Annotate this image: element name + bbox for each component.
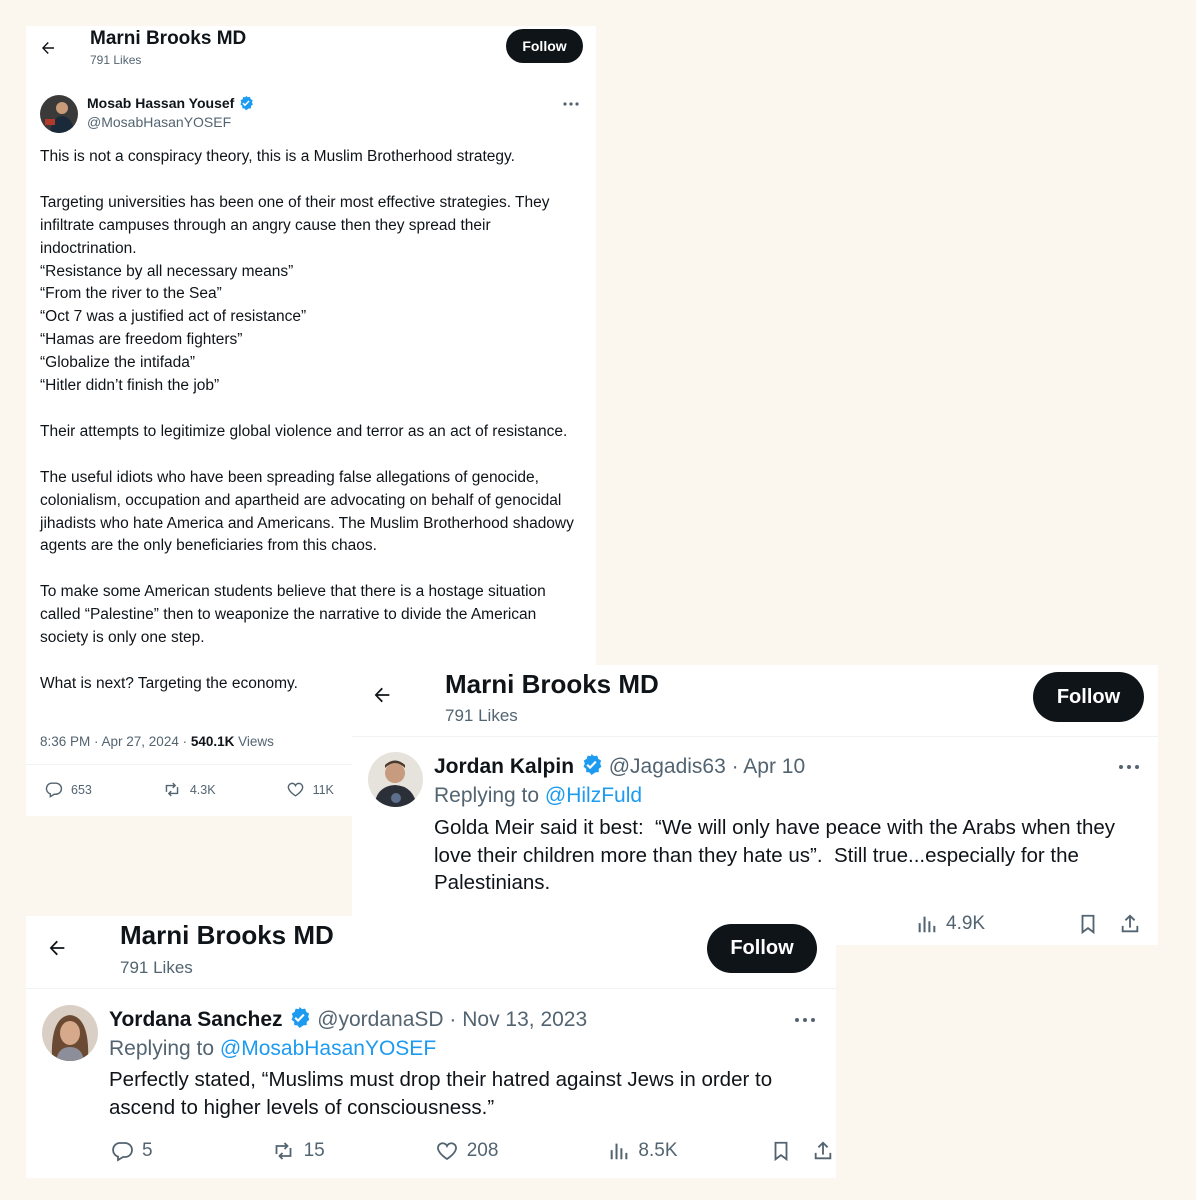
divider — [26, 988, 836, 989]
views-chart-icon — [611, 1143, 628, 1160]
follow-button[interactable]: Follow — [707, 924, 817, 973]
repost-button[interactable]: 4.3K — [162, 780, 216, 799]
verified-badge-icon — [238, 95, 254, 114]
share-icon — [814, 1141, 831, 1160]
tweet-card-yordana: Marni Brooks MD 791 Likes Follow Yordana… — [26, 916, 836, 1178]
reply-button[interactable]: 5 — [110, 1139, 153, 1163]
like-count: 208 — [466, 1140, 499, 1161]
replying-to-handle[interactable]: @HilzFuld — [545, 784, 642, 807]
reply-icon — [112, 1142, 133, 1162]
profile-likes-count: 791 Likes — [120, 958, 193, 977]
replying-to-label: Replying to — [434, 784, 545, 807]
verified-badge-icon — [580, 753, 603, 782]
timestamp-text[interactable]: 8:36 PM · Apr 27, 2024 · — [40, 734, 191, 749]
tweet-text: Perfectly stated, “Muslims must drop the… — [109, 1068, 778, 1119]
repost-icon — [165, 782, 179, 797]
like-count: 11K — [312, 782, 334, 797]
author-handle[interactable]: @Jagadis63 — [609, 755, 726, 778]
views-button[interactable]: 8.5K — [608, 1140, 678, 1162]
replying-to-label: Replying to — [109, 1037, 220, 1060]
back-arrow-icon[interactable] — [43, 934, 71, 962]
share-button[interactable] — [1119, 913, 1141, 935]
avatar[interactable] — [368, 752, 423, 807]
avatar[interactable] — [42, 1005, 98, 1061]
reply-count: 5 — [142, 1140, 153, 1161]
display-name[interactable]: Mosab Hassan Yousef — [87, 95, 234, 111]
bookmark-button[interactable] — [1077, 913, 1099, 935]
author-line: Jordan Kalpin @Jagadis63 · Apr 10 — [434, 753, 805, 782]
profile-name: Marni Brooks MD — [120, 920, 334, 950]
tweet-card-jordan: Marni Brooks MD 791 Likes Follow Jordan … — [352, 665, 1158, 945]
bookmark-icon — [1081, 914, 1095, 935]
reply-button[interactable]: 653 — [44, 780, 92, 799]
follow-button[interactable]: Follow — [1033, 672, 1144, 722]
repost-icon — [275, 1142, 291, 1160]
tweet-date[interactable]: · Apr 10 — [726, 755, 806, 778]
author-handle[interactable]: @MosabHasanYOSEF — [87, 114, 231, 130]
more-options-icon[interactable] — [556, 94, 586, 114]
bookmark-icon — [774, 1141, 787, 1162]
views-button[interactable]: 4.9K — [916, 913, 985, 935]
reply-count: 653 — [71, 782, 92, 797]
views-count: 540.1K — [190, 734, 235, 749]
tweet-date[interactable]: · Nov 13, 2023 — [444, 1008, 587, 1031]
tweet-timestamp: 8:36 PM · Apr 27, 2024 · 540.1K Views — [40, 734, 274, 749]
share-icon — [1121, 914, 1139, 933]
action-bar: 653 4.3K 11K — [44, 780, 334, 799]
share-button[interactable] — [812, 1140, 834, 1162]
display-name[interactable]: Yordana Sanchez — [109, 1008, 283, 1031]
like-button[interactable]: 208 — [435, 1139, 499, 1163]
views-count: 8.5K — [638, 1140, 678, 1161]
avatar[interactable] — [40, 95, 78, 133]
verified-badge-icon — [288, 1006, 311, 1035]
divider — [352, 736, 1158, 737]
more-options-icon[interactable] — [1112, 757, 1146, 777]
views-count: 4.9K — [946, 913, 986, 934]
profile-name: Marni Brooks MD — [90, 28, 247, 49]
author-handle[interactable]: @yordanaSD — [317, 1008, 443, 1031]
profile-header: Marni Brooks MD 791 Likes Follow — [352, 665, 1158, 737]
action-bar: 4.9K — [916, 913, 1141, 935]
replying-to: Replying to @HilzFuld — [434, 784, 642, 808]
author-line: Mosab Hassan Yousef — [87, 95, 254, 114]
profile-header: Marni Brooks MD 791 Likes Follow — [26, 916, 836, 988]
display-name[interactable]: Jordan Kalpin — [434, 755, 574, 778]
back-arrow-icon[interactable] — [368, 681, 396, 709]
replying-to-handle[interactable]: @MosabHasanYOSEF — [220, 1037, 436, 1060]
profile-header: Marni Brooks MD 791 Likes Follow — [26, 26, 596, 76]
views-chart-icon — [918, 916, 936, 933]
views-label: Views — [234, 734, 274, 749]
heart-icon — [436, 1142, 457, 1161]
author-line: Yordana Sanchez @yordanaSD · Nov 13, 202… — [109, 1006, 587, 1035]
tweet-text: Golda Meir said it best: “We will only h… — [434, 816, 1121, 894]
tweet-text: This is not a conspiracy theory, this is… — [40, 148, 574, 692]
repost-button[interactable]: 15 — [271, 1139, 325, 1163]
heart-icon — [287, 782, 303, 797]
bookmark-button[interactable] — [770, 1140, 792, 1162]
like-button[interactable]: 11K — [286, 780, 334, 799]
more-options-icon[interactable] — [788, 1010, 822, 1030]
replying-to: Replying to @MosabHasanYOSEF — [109, 1037, 436, 1061]
reply-icon — [45, 782, 63, 798]
back-arrow-icon[interactable] — [36, 36, 60, 60]
profile-likes-count: 791 Likes — [90, 53, 142, 67]
profile-name: Marni Brooks MD — [445, 669, 659, 699]
repost-count: 15 — [303, 1140, 325, 1161]
repost-count: 4.3K — [189, 782, 216, 797]
follow-button[interactable]: Follow — [506, 29, 583, 63]
profile-likes-count: 791 Likes — [445, 706, 518, 725]
action-bar: 5 15 208 8.5K — [110, 1139, 834, 1163]
